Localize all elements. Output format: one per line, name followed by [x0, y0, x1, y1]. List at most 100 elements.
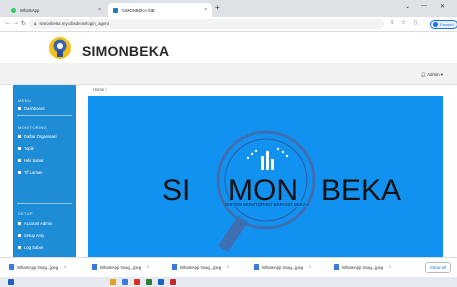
sidebar-item-label: Log Saber — [24, 245, 44, 250]
os-taskbar — [0, 277, 457, 287]
sidebar-item-hilir-sabar[interactable]: Hilir Sabar — [18, 158, 44, 163]
list-icon — [18, 135, 21, 138]
brand-title: SIMONBEKA — [82, 43, 170, 59]
app-header: SIMONBEKA — [0, 33, 457, 63]
log-icon — [18, 246, 21, 249]
forward-icon[interactable]: → — [13, 20, 19, 26]
chevron-up-icon[interactable]: ^ — [309, 265, 311, 270]
document-icon — [18, 147, 21, 150]
share-icon[interactable]: ⇪ — [390, 20, 395, 26]
minimize-icon[interactable]: ⌄ — [405, 3, 410, 10]
download-name: WhatsApp Imag...jpeg — [342, 264, 384, 270]
show-all-button[interactable]: Show all — [425, 262, 451, 273]
sidebar-item-label: Hilir Sabar — [24, 158, 44, 163]
downloads-bar: WhatsApp Imag...jpeg ^ WhatsApp Imag...j… — [0, 257, 457, 277]
sidebar-item-label: Daftar Organisasi — [24, 134, 57, 139]
app-icon[interactable] — [158, 279, 164, 285]
image-file-icon — [254, 264, 259, 270]
sidebar-divider — [17, 115, 72, 116]
chevron-up-icon[interactable]: ^ — [64, 265, 66, 270]
tab-simonbeka[interactable]: SIMONBEKA SIB × — [108, 3, 212, 17]
bookmark-star-icon[interactable]: ☆ — [401, 20, 406, 26]
download-item[interactable]: WhatsApp Imag...jpeg ^ — [334, 264, 391, 270]
side-panel-icon[interactable]: ▯ — [414, 20, 417, 26]
sidebar-item-topik[interactable]: Topik — [18, 146, 34, 151]
hero-title-right: BEKA — [321, 174, 401, 207]
bar-icon — [266, 151, 269, 170]
lock-icon: 🔒︎ — [34, 21, 37, 26]
close-tab-icon[interactable]: × — [204, 7, 207, 13]
address-bar-row: ← → ↻ 🔒︎ simonbeka.my.id/admin/login_agen… — [0, 17, 457, 32]
chart-icon — [18, 159, 21, 162]
bar-icon — [261, 156, 264, 170]
avatar — [433, 22, 438, 27]
image-file-icon — [172, 264, 177, 270]
whatsapp-icon — [11, 7, 16, 13]
simonbeka-logo-icon[interactable] — [48, 36, 72, 60]
download-item[interactable]: WhatsApp Imag...jpeg ^ — [92, 264, 149, 270]
main-content: SI MON BEKA SISTEM MONITORING BARANG BEK… — [88, 96, 443, 257]
sidebar-item-label: Setup Anty — [24, 233, 45, 238]
magnifier-handle — [218, 216, 248, 252]
app-icon[interactable] — [146, 279, 152, 285]
back-icon[interactable]: ← — [5, 20, 11, 26]
folder-icon[interactable] — [110, 279, 116, 285]
close-tab-icon[interactable]: × — [98, 7, 101, 13]
sidebar-section-setup: SETUP — [18, 211, 33, 216]
hero-subtitle: SISTEM MONITORING BARANG BEKAS — [225, 202, 309, 207]
chrome-icon[interactable] — [134, 279, 140, 285]
url-text: simonbeka.my.id/admin/login_agent — [39, 21, 110, 26]
page-icon — [18, 171, 21, 174]
chevron-up-icon[interactable]: ^ — [389, 265, 391, 270]
sidebar-item-label: Tif Laman — [24, 170, 43, 175]
simonbeka-hero-logo: SI MON BEKA SISTEM MONITORING BARANG BEK… — [162, 130, 401, 252]
tab-label: SIMONBEKA SIB — [122, 7, 155, 13]
sidebar-item-account-admin[interactable]: Account Admin — [18, 221, 52, 226]
app-icon[interactable] — [122, 279, 128, 285]
sidebar-item-label: Topik — [24, 146, 34, 151]
url-field[interactable]: 🔒︎ simonbeka.my.id/admin/login_agent — [29, 19, 384, 29]
home-icon — [18, 107, 21, 110]
flag-icon — [18, 234, 21, 237]
tab-label: WhatsApp — [20, 7, 40, 13]
tab-whatsapp[interactable]: WhatsApp × — [6, 3, 106, 17]
profile-button[interactable]: Paused — [430, 20, 457, 29]
sidebar-item-daftar-organisasi[interactable]: Daftar Organisasi — [18, 134, 57, 139]
start-icon[interactable] — [8, 279, 14, 285]
user-menu[interactable]: 👤︎ Admin ▾ — [421, 72, 443, 78]
profile-label: Paused — [440, 22, 454, 27]
browser-tab-strip: WhatsApp × SIMONBEKA SIB × + ⌄ — ✕ — [0, 0, 457, 17]
user-icon — [18, 222, 21, 225]
chevron-up-icon[interactable]: ^ — [147, 265, 149, 270]
sidebar-item-label: Account Admin — [24, 221, 52, 226]
download-item[interactable]: WhatsApp Imag...jpeg ^ — [9, 264, 66, 270]
download-item[interactable]: WhatsApp Imag...jpeg ^ — [172, 264, 229, 270]
site-favicon-icon — [113, 7, 118, 13]
app-icon[interactable] — [170, 279, 176, 285]
download-name: WhatsApp Imag...jpeg — [17, 264, 59, 270]
bar-icon — [271, 159, 274, 170]
chevron-up-icon[interactable]: ^ — [227, 265, 229, 270]
user-icon: 👤︎ — [420, 72, 427, 77]
sidebar: MENU Dashboard MONITORING Daftar Organis… — [13, 85, 76, 257]
breadcrumb: Home / — [88, 85, 443, 95]
image-file-icon — [9, 264, 14, 270]
sidebar-item-tif-laman[interactable]: Tif Laman — [18, 170, 42, 175]
hero-title-left: SI — [162, 174, 190, 207]
sidebar-item-dashboard[interactable]: Dashboard — [18, 106, 45, 111]
reload-icon[interactable]: ↻ — [21, 20, 26, 27]
new-tab-button[interactable]: + — [215, 3, 220, 12]
sidebar-section-menu: MENU — [18, 98, 31, 103]
sidebar-item-setup-anty[interactable]: Setup Anty — [18, 233, 44, 238]
sidebar-divider — [17, 203, 72, 204]
sidebar-section-monitoring: MONITORING — [18, 125, 47, 130]
download-name: WhatsApp Imag...jpeg — [180, 264, 222, 270]
download-name: WhatsApp Imag...jpeg — [100, 264, 142, 270]
top-band: 👤︎ Admin ▾ — [0, 63, 457, 85]
image-file-icon — [92, 264, 97, 270]
breadcrumb-home-link[interactable]: Home / — [93, 87, 107, 92]
sidebar-item-log-saber[interactable]: Log Saber — [18, 245, 43, 250]
restore-icon[interactable]: — — [421, 3, 427, 9]
close-window-icon[interactable]: ✕ — [440, 3, 445, 10]
download-item[interactable]: WhatsApp Imag...jpeg ^ — [254, 264, 311, 270]
